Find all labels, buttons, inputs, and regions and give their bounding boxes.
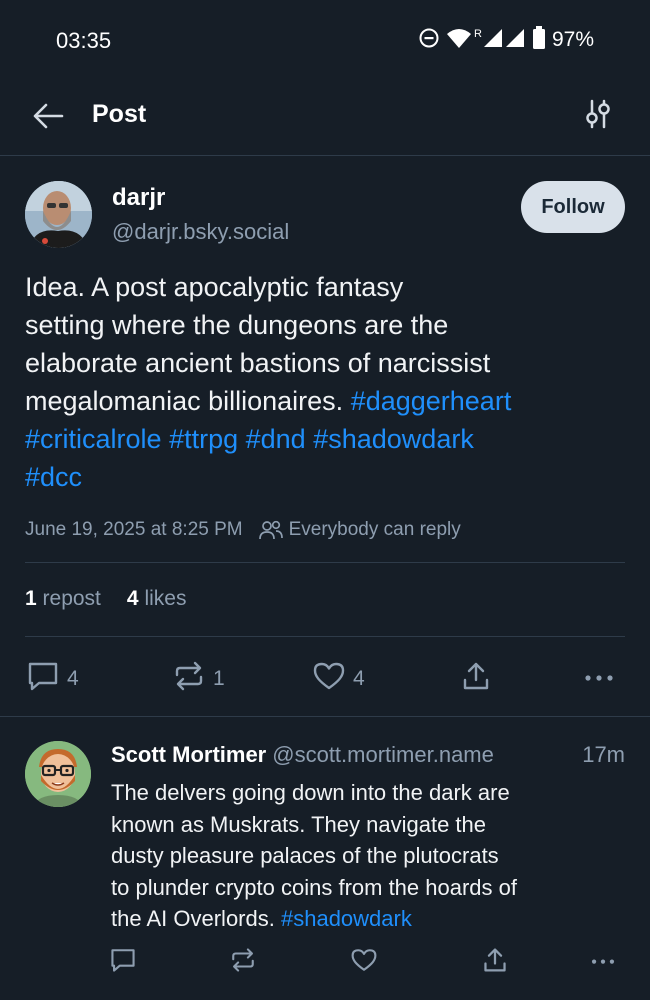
- repost-button[interactable]: 1: [173, 661, 225, 697]
- repost-icon: [173, 661, 205, 697]
- post-meta: June 19, 2025 at 8:25 PM Everybody can r…: [25, 515, 461, 545]
- reply-author-handle[interactable]: @scott.mortimer.name: [272, 742, 494, 768]
- author-avatar[interactable]: [25, 181, 92, 248]
- repost-icon: [230, 947, 256, 979]
- hashtag-link[interactable]: #dcc: [25, 462, 82, 492]
- thread-divider: [0, 716, 650, 717]
- reply-text-line: to plunder crypto coins from the hoards …: [111, 874, 517, 900]
- share-button[interactable]: [461, 661, 491, 697]
- reply-button[interactable]: 4: [27, 661, 79, 697]
- author-handle[interactable]: @darjr.bsky.social: [112, 219, 289, 245]
- reply-count: 4: [67, 667, 79, 690]
- reply-text-line: known as Muskrats. They navigate the: [111, 811, 487, 837]
- more-icon: [583, 661, 615, 697]
- divider: [25, 562, 625, 563]
- hashtag-link[interactable]: #dnd: [246, 424, 306, 454]
- wifi-icon: [446, 27, 472, 54]
- reply-repost-button[interactable]: [230, 947, 256, 979]
- reply-icon: [27, 661, 59, 697]
- like-label: likes: [144, 587, 187, 610]
- hashtag-link[interactable]: #shadowdark: [281, 906, 412, 931]
- back-arrow-icon: [32, 102, 64, 135]
- hashtag-link[interactable]: #ttrpg: [169, 424, 238, 454]
- battery-percent: 97%: [551, 28, 594, 51]
- post-text-line: Idea. A post apocalyptic fantasy: [25, 272, 404, 302]
- hashtag-link[interactable]: #daggerheart: [351, 386, 512, 416]
- people-icon: [258, 520, 283, 540]
- post-text-line: setting where the dungeons are the: [25, 310, 449, 340]
- post-stats: 1 repost 4 likes: [25, 587, 186, 611]
- reply-author-avatar[interactable]: [25, 741, 91, 807]
- repost-label: repost: [42, 587, 101, 610]
- reply-actions: [0, 945, 650, 985]
- reply-reply-button[interactable]: [110, 947, 136, 979]
- share-icon: [482, 947, 508, 979]
- thread-options-button[interactable]: [578, 96, 618, 136]
- heart-icon: [351, 947, 377, 979]
- heart-icon: [313, 661, 345, 697]
- status-icons: R 97%: [418, 25, 594, 55]
- share-icon: [461, 661, 491, 697]
- like-button[interactable]: 4: [313, 661, 365, 697]
- back-button[interactable]: [28, 98, 68, 138]
- post-text: Idea. A post apocalyptic fantasy setting…: [25, 268, 625, 496]
- reply-author-name[interactable]: Scott Mortimer: [111, 742, 266, 768]
- more-options-button[interactable]: [583, 661, 615, 697]
- repost-count: 1: [25, 587, 37, 610]
- reply-more-button[interactable]: [590, 947, 616, 979]
- reply-icon: [110, 947, 136, 979]
- author-display-name[interactable]: darjr: [112, 184, 165, 212]
- top-bar: Post: [0, 80, 650, 156]
- reply-text-line: dusty pleasure palaces of the plutocrats: [111, 843, 499, 868]
- post-timestamp: June 19, 2025 at 8:25 PM: [25, 519, 243, 540]
- battery-icon: [532, 25, 546, 55]
- more-icon: [590, 947, 616, 979]
- like-action-count: 4: [353, 667, 365, 690]
- dnd-icon: [418, 27, 440, 54]
- reply-setting-label[interactable]: Everybody can reply: [289, 519, 461, 541]
- follow-button[interactable]: Follow: [521, 181, 625, 233]
- reply-like-button[interactable]: [351, 947, 377, 979]
- filter-icon: [584, 99, 612, 134]
- page-title: Post: [92, 100, 147, 128]
- signal-icon: [482, 27, 526, 54]
- reply-share-button[interactable]: [482, 947, 508, 979]
- like-count: 4: [126, 587, 139, 610]
- post-text-line: megalomaniac billionaires.: [25, 386, 344, 416]
- reply-text: The delvers going down into the dark are…: [111, 777, 621, 935]
- reply-header: Scott Mortimer @scott.mortimer.name 17m: [111, 742, 625, 768]
- post-text-line: elaborate ancient bastions of narcissist: [25, 348, 491, 378]
- hashtag-link[interactable]: #criticalrole: [25, 424, 162, 454]
- reply-text-line: the AI Overlords.: [111, 906, 275, 931]
- like-count-link[interactable]: 4 likes: [127, 587, 187, 611]
- repost-count-link[interactable]: 1 repost: [25, 587, 101, 611]
- reply-text-line: The delvers going down into the dark are: [111, 780, 510, 805]
- status-time: 03:35: [56, 28, 112, 53]
- reply-timestamp[interactable]: 17m: [582, 742, 625, 768]
- post-actions: 4 1 4: [0, 657, 650, 697]
- status-bar: 03:35 R 97%: [0, 0, 650, 80]
- repost-action-count: 1: [213, 667, 225, 690]
- hashtag-link[interactable]: #shadowdark: [313, 424, 474, 454]
- roaming-indicator: R: [474, 28, 482, 40]
- divider: [25, 636, 625, 637]
